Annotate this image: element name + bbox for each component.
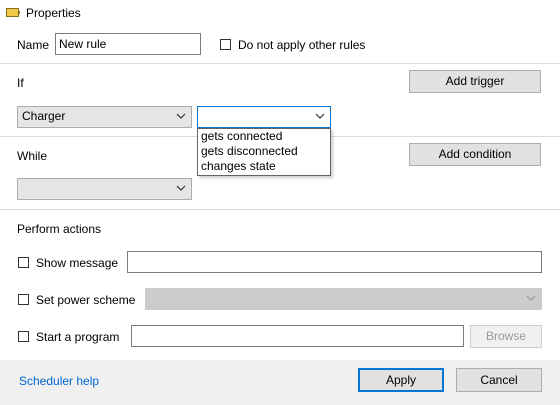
chevron-down-icon (176, 185, 186, 191)
chevron-down-icon (176, 113, 186, 119)
trigger-combo[interactable]: Charger (17, 106, 192, 128)
if-label: If (17, 76, 24, 90)
start-program-label: Start a program (36, 330, 120, 344)
while-label: While (17, 149, 48, 163)
apply-button[interactable]: Apply (358, 368, 444, 392)
event-option[interactable]: changes state (198, 159, 330, 174)
power-scheme-combo[interactable] (145, 288, 542, 310)
start-program-input[interactable] (131, 325, 464, 347)
no-other-rules-label: Do not apply other rules (238, 38, 366, 52)
show-message-label: Show message (36, 256, 119, 270)
cancel-button[interactable]: Cancel (456, 368, 542, 392)
chevron-down-icon (315, 113, 325, 119)
condition-combo[interactable] (17, 178, 192, 200)
perform-actions-label: Perform actions (17, 222, 102, 236)
battery-icon (6, 8, 20, 17)
name-label: Name (17, 38, 50, 52)
event-combo[interactable] (197, 106, 331, 128)
title-bar: Properties (0, 0, 560, 28)
separator-1 (0, 63, 560, 64)
start-program-checkbox[interactable] (18, 331, 29, 342)
event-option[interactable]: gets connected (198, 129, 330, 144)
event-dropdown-list: gets connected gets disconnected changes… (197, 128, 331, 176)
no-other-rules-checkbox[interactable] (220, 39, 231, 50)
window-title: Properties (26, 6, 81, 20)
name-input[interactable] (55, 33, 201, 55)
chevron-down-icon (526, 295, 536, 301)
add-trigger-button[interactable]: Add trigger (409, 70, 541, 93)
show-message-input[interactable] (127, 251, 542, 273)
browse-button[interactable]: Browse (470, 325, 542, 348)
separator-3 (0, 209, 560, 210)
show-message-checkbox[interactable] (18, 257, 29, 268)
power-scheme-checkbox[interactable] (18, 294, 29, 305)
add-condition-button[interactable]: Add condition (409, 143, 541, 166)
event-option[interactable]: gets disconnected (198, 144, 330, 159)
trigger-combo-value: Charger (22, 109, 66, 123)
power-scheme-label: Set power scheme (36, 293, 136, 307)
scheduler-help-link[interactable]: Scheduler help (19, 374, 99, 388)
